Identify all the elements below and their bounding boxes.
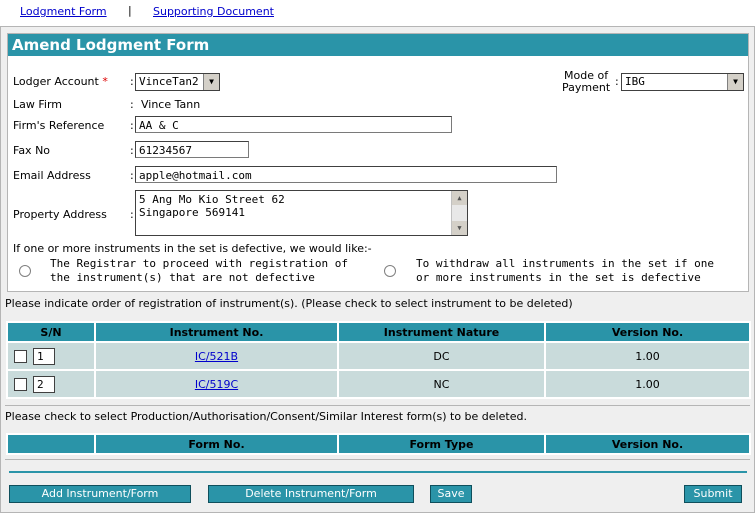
version-cell: 1.00 xyxy=(546,343,749,369)
table-row: 2 IC/519C NC 1.00 xyxy=(8,371,749,397)
instrument-nature-cell: NC xyxy=(339,371,544,397)
main-panel: Amend Lodgment Form Lodger Account * : V… xyxy=(0,26,755,513)
mode-of-payment-label-line2: Payment xyxy=(562,81,611,94)
chevron-down-icon: ▼ xyxy=(203,74,219,90)
sn-cell: 1 xyxy=(8,343,94,369)
footer-rule xyxy=(9,471,747,473)
forms-note: Please check to select Production/Author… xyxy=(5,410,527,423)
colon: : xyxy=(130,169,134,182)
fax-no-input[interactable]: 61234567 xyxy=(135,141,249,158)
col-form-type: Form Type xyxy=(339,435,544,453)
lodger-account-value: VinceTan2 xyxy=(139,75,199,88)
email-label: Email Address xyxy=(13,169,91,182)
instrument-no-cell: IC/519C xyxy=(96,371,337,397)
instruments-note: Please indicate order of registration of… xyxy=(5,297,573,310)
payment-mode-value: IBG xyxy=(625,75,645,88)
col-form-no: Form No. xyxy=(96,435,337,453)
email-input[interactable]: apple@hotmail.com xyxy=(135,166,557,183)
col-select xyxy=(8,435,94,453)
colon: : xyxy=(130,144,134,157)
option-withdraw-label: To withdraw all instruments in the set i… xyxy=(416,257,714,285)
option-withdraw-line1: To withdraw all instruments in the set i… xyxy=(416,257,715,270)
lodger-account-label-text: Lodger Account xyxy=(13,75,99,88)
chevron-down-icon: ▼ xyxy=(727,74,743,90)
option-proceed-line2: the instrument(s) that are not defective xyxy=(50,271,315,284)
law-firm-label: Law Firm xyxy=(13,98,62,111)
forms-table: Form No. Form Type Version No. xyxy=(6,433,751,455)
table-row: 1 IC/521B DC 1.00 xyxy=(8,343,749,369)
top-nav: Lodgment Form | Supporting Document xyxy=(0,0,755,24)
row-select-checkbox[interactable] xyxy=(14,349,27,363)
tab-lodgment-form[interactable]: Lodgment Form xyxy=(20,5,107,18)
instrument-nature-cell: DC xyxy=(339,343,544,369)
payment-mode-select[interactable]: IBG ▼ xyxy=(621,73,744,91)
divider xyxy=(5,459,750,460)
instruments-table: S/N Instrument No. Instrument Nature Ver… xyxy=(6,321,751,399)
colon: : xyxy=(615,75,619,88)
tab-separator: | xyxy=(128,4,132,17)
sn-cell: 2 xyxy=(8,371,94,397)
amend-form-section: Amend Lodgment Form Lodger Account * : V… xyxy=(7,33,749,292)
defective-prompt: If one or more instruments in the set is… xyxy=(13,242,372,255)
lodger-account-label: Lodger Account * xyxy=(13,75,108,88)
firms-reference-label: Firm's Reference xyxy=(13,119,105,132)
page-title: Amend Lodgment Form xyxy=(8,34,748,56)
required-marker: * xyxy=(102,75,108,88)
textarea-scrollbar[interactable]: ▲ ▼ xyxy=(451,191,467,235)
property-address-line1: 5 Ang Mo Kio Street 62 xyxy=(139,193,285,206)
colon: : xyxy=(130,208,134,221)
property-address-line2: Singapore 569141 xyxy=(139,206,245,219)
colon: : xyxy=(130,98,134,111)
colon: : xyxy=(130,75,134,88)
tab-supporting-document[interactable]: Supporting Document xyxy=(153,5,274,18)
scroll-down-icon[interactable]: ▼ xyxy=(452,221,467,235)
option-proceed-radio[interactable] xyxy=(19,265,31,277)
delete-instrument-button[interactable]: Delete Instrument/Form xyxy=(208,485,414,503)
option-withdraw-line2: or more instruments in the set is defect… xyxy=(416,271,701,284)
instrument-link[interactable]: IC/519C xyxy=(195,378,238,391)
col-version-no: Version No. xyxy=(546,323,749,341)
fax-no-label: Fax No xyxy=(13,144,51,157)
col-sn: S/N xyxy=(8,323,94,341)
col-instrument-no: Instrument No. xyxy=(96,323,337,341)
col-form-version-no: Version No. xyxy=(546,435,749,453)
option-proceed-line1: The Registrar to proceed with registrati… xyxy=(50,257,349,270)
firms-reference-input[interactable]: AA & C xyxy=(135,116,452,133)
row-select-checkbox[interactable] xyxy=(14,377,27,391)
lodger-account-select[interactable]: VinceTan2 ▼ xyxy=(135,73,220,91)
property-address-label: Property Address xyxy=(13,208,107,221)
version-cell: 1.00 xyxy=(546,371,749,397)
mode-of-payment-label: Mode of Payment xyxy=(562,70,610,94)
scroll-up-icon[interactable]: ▲ xyxy=(452,191,467,205)
divider xyxy=(5,405,750,406)
submit-button[interactable]: Submit xyxy=(684,485,742,503)
order-input[interactable]: 2 xyxy=(33,375,55,393)
save-button[interactable]: Save xyxy=(430,485,472,503)
instrument-link[interactable]: IC/521B xyxy=(195,350,238,363)
property-address-textarea[interactable]: 5 Ang Mo Kio Street 62 Singapore 569141 ▲… xyxy=(135,190,468,236)
order-input[interactable]: 1 xyxy=(33,347,55,365)
instrument-no-cell: IC/521B xyxy=(96,343,337,369)
col-instrument-nature: Instrument Nature xyxy=(339,323,544,341)
option-proceed-label: The Registrar to proceed with registrati… xyxy=(50,257,348,285)
colon: : xyxy=(130,119,134,132)
add-instrument-button[interactable]: Add Instrument/Form xyxy=(9,485,191,503)
option-withdraw-radio[interactable] xyxy=(384,265,396,277)
law-firm-value: Vince Tann xyxy=(141,98,201,111)
